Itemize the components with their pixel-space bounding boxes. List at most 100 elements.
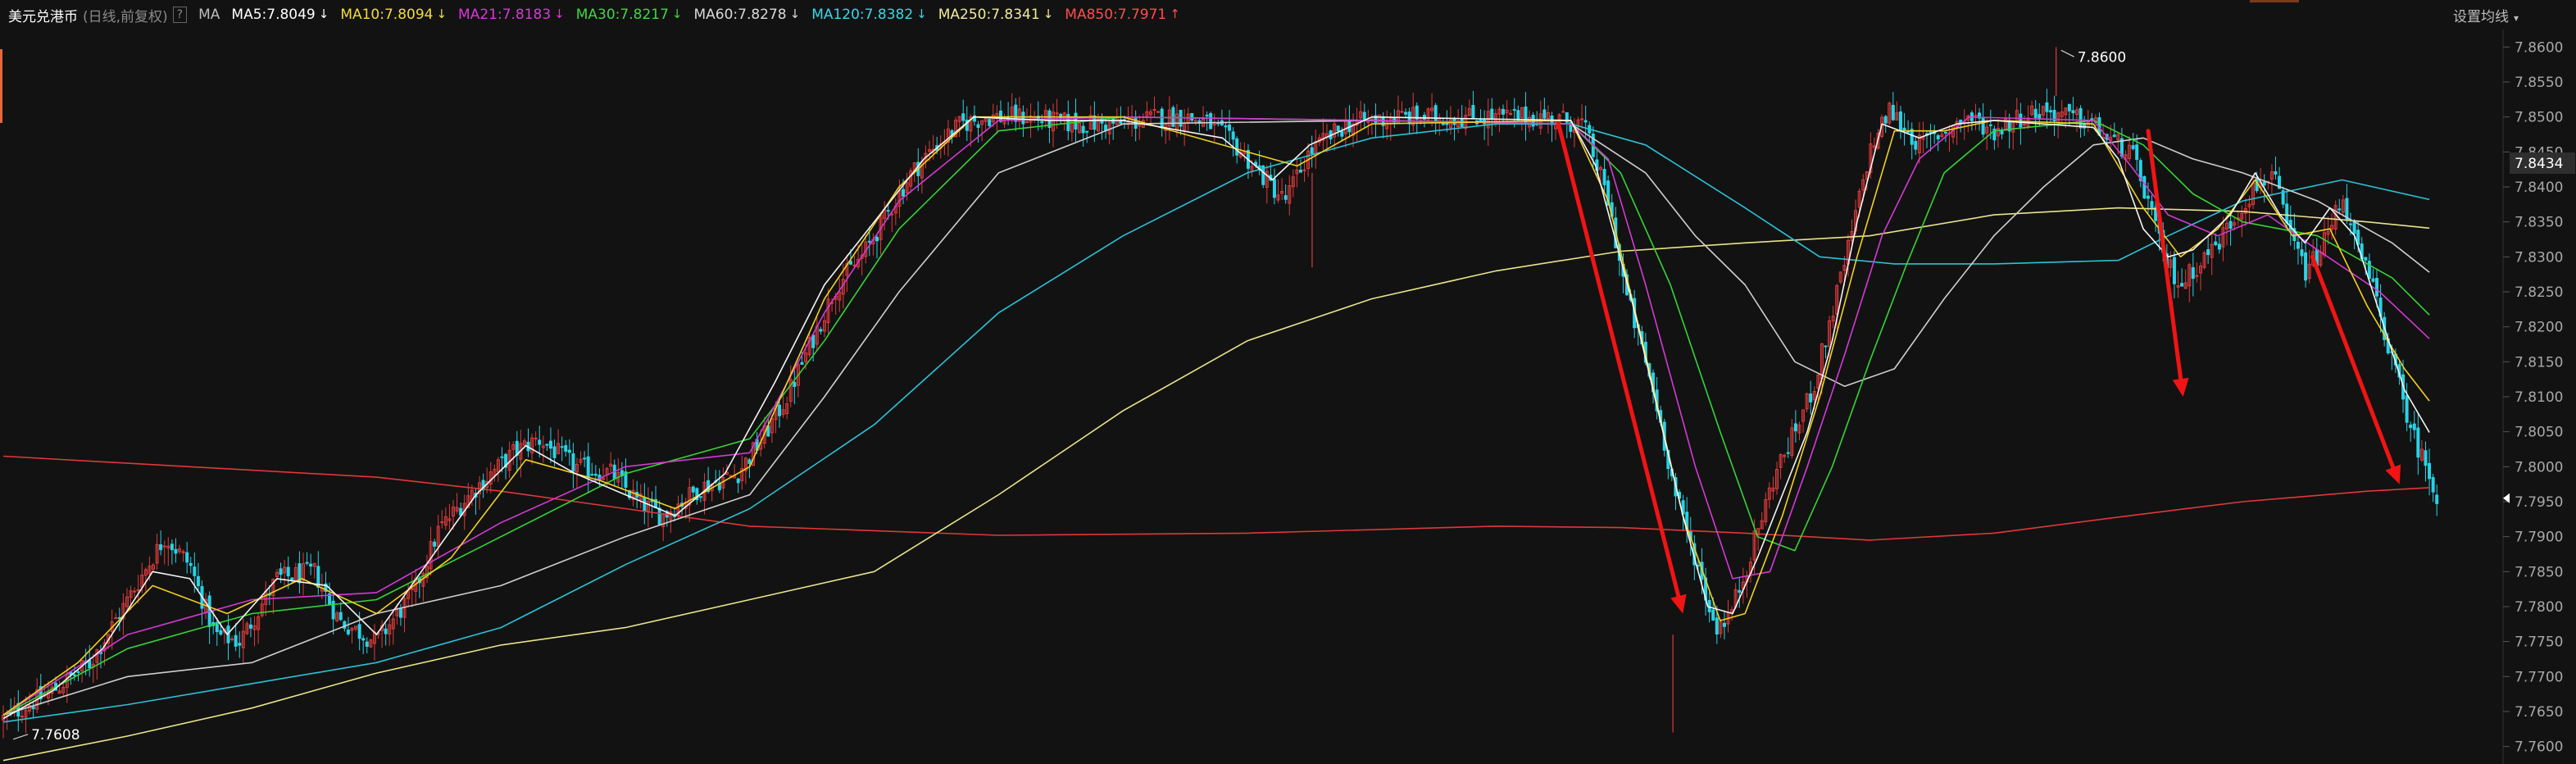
candle-body (747, 459, 752, 464)
candle-body (398, 608, 402, 618)
candle-body (2142, 176, 2147, 199)
candle-body (2079, 107, 2083, 129)
candle-body (1024, 121, 1029, 124)
candle-body (1902, 127, 1906, 131)
candle-body (1021, 111, 1025, 125)
period-label: (日线,前复权) (83, 8, 168, 25)
candle-body (1793, 423, 1797, 432)
chevron-down-icon: ▾ (2513, 12, 2519, 24)
candle-body (583, 457, 587, 460)
candle-body (1580, 118, 1584, 121)
candle-body (1298, 170, 1302, 173)
candle-body (1516, 110, 1520, 121)
candle-body (2048, 110, 2052, 113)
candle-body (976, 124, 980, 128)
y-tick-label: 7.8100 (2515, 389, 2563, 406)
ma-legend-item: MA5:7.8049 (231, 7, 316, 23)
y-tick-label: 7.8350 (2515, 215, 2563, 231)
trend-arrow-head (1670, 593, 1687, 614)
help-icon[interactable]: ? (172, 7, 188, 23)
candle-body (343, 621, 347, 629)
candle-body (174, 548, 178, 554)
candle-body (961, 113, 965, 121)
candle-body (238, 643, 242, 646)
candle-body (2146, 195, 2150, 199)
candle-body (1370, 118, 1374, 121)
candle-body (2348, 223, 2352, 225)
y-tick-label: 7.8600 (2515, 39, 2563, 56)
ma-settings-label: 设置均线 (2452, 9, 2509, 25)
candle-body (1156, 111, 1161, 113)
candle-body (1404, 111, 1408, 115)
candle-body (2045, 102, 2049, 112)
candle-body (279, 568, 283, 575)
candle-body (2364, 257, 2368, 261)
candle-body (31, 706, 35, 710)
ma-legend-item: MA120:7.8382 (811, 7, 914, 23)
candle-body (902, 189, 906, 197)
price-chart[interactable]: 7.86007.85507.85007.84507.84007.83507.83… (0, 0, 2576, 764)
candle-body (2262, 181, 2266, 186)
candle-body (2019, 113, 2023, 128)
candle-body (564, 445, 568, 452)
chart-edge-accent (0, 49, 2, 123)
candle-body (159, 544, 163, 551)
candle-body (2135, 144, 2139, 161)
ma-label: MA (198, 7, 220, 23)
y-tick-label: 7.8500 (2515, 110, 2563, 126)
candle-body (1936, 134, 1940, 139)
candle-body (162, 545, 166, 548)
candle-body (2274, 171, 2278, 175)
y-tick-label: 7.8050 (2515, 425, 2563, 441)
candle-body (2337, 208, 2342, 211)
candle-body (384, 628, 388, 634)
candle-body (1722, 622, 1726, 627)
ma-legend-item: MA250:7.8341 (938, 7, 1040, 23)
ma-settings-button[interactable]: 设置均线 ▾ (2453, 5, 2519, 25)
candle-body (1152, 109, 1156, 111)
chart-header: 美元兑港币 (日线,前复权) ? MA MA5:7.8049 ↓ MA10:7.80… (0, 0, 2576, 30)
ma-legend-item: MA10:7.8094 (340, 7, 434, 23)
annotation-leader (2060, 49, 2074, 57)
candle-body (988, 119, 992, 126)
candle-body (433, 541, 437, 547)
candle-body (778, 404, 782, 416)
trend-arrow-head (2172, 377, 2189, 397)
candle-body (248, 624, 252, 629)
arrow-down-icon: ↓ (554, 7, 565, 21)
candle-body (2150, 201, 2154, 210)
candle-body (1310, 147, 1314, 154)
candle-body (1302, 169, 1306, 171)
candle-body (2191, 267, 2195, 280)
candle-body (800, 362, 804, 365)
candle-body (2412, 423, 2416, 430)
y-tick-label: 7.7900 (2515, 530, 2563, 546)
candle-body (189, 562, 193, 566)
candle-body (286, 566, 290, 577)
arrow-up-icon: ↑ (1170, 7, 1180, 21)
candle-body (2067, 103, 2071, 111)
candle-body (2180, 283, 2184, 287)
candle-body (133, 590, 137, 593)
candle-body (1235, 138, 1239, 156)
candle-body (1809, 393, 1813, 402)
arrow-down-icon: ↓ (436, 7, 448, 21)
candle-body (20, 716, 24, 718)
candle-body (1074, 112, 1078, 130)
candle-body (1583, 120, 1588, 123)
candle-body (1040, 121, 1044, 124)
candle-body (1943, 131, 1947, 134)
candle-body (2217, 243, 2221, 250)
candle-body (219, 630, 223, 635)
ma-legend-item: MA21:7.8183 (458, 7, 552, 23)
candle-body (560, 446, 564, 448)
candle-body (1471, 105, 1475, 119)
candle-body (819, 329, 823, 332)
candle-body (1711, 609, 1715, 621)
candle-body (2172, 257, 2176, 284)
candle-body (1081, 125, 1085, 134)
candle-body (1400, 111, 1404, 113)
arrow-down-icon: ↓ (789, 7, 801, 21)
candle-body (2371, 278, 2375, 282)
trend-arrows (1556, 121, 2401, 614)
